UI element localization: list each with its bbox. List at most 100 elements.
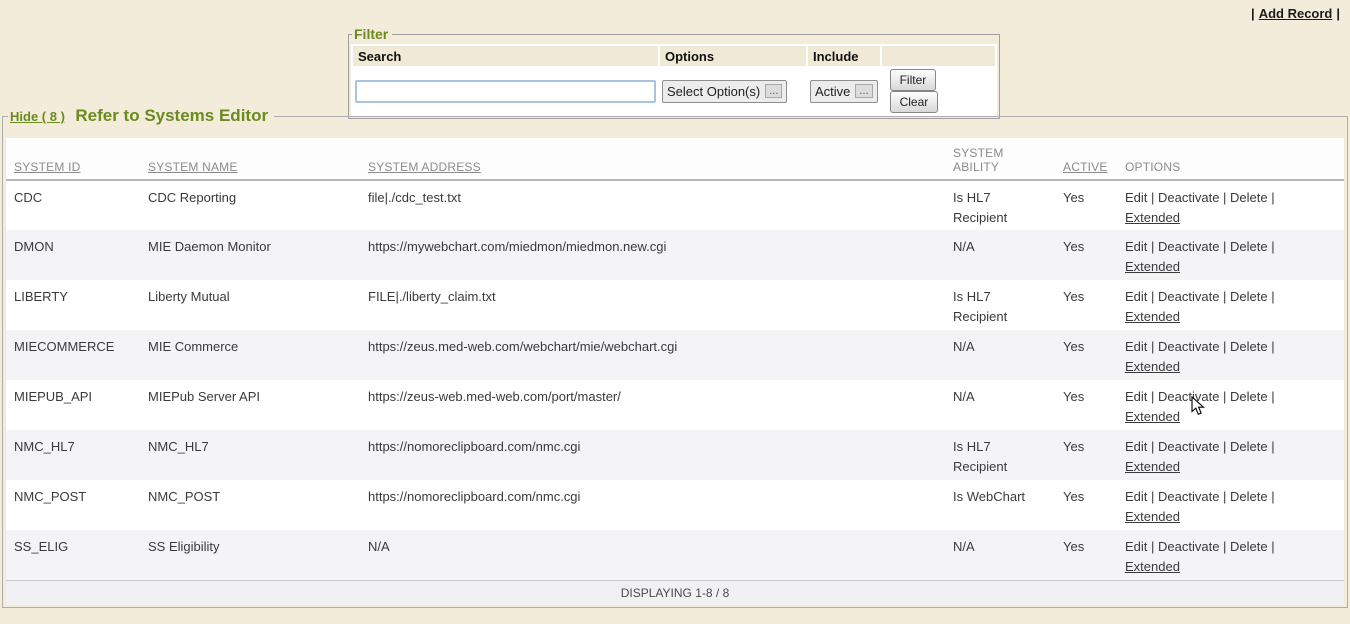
- cell-options: Edit | Deactivate | Delete | Extended: [1117, 380, 1344, 430]
- filter-col-search: Search: [353, 46, 658, 66]
- cell-ability: N/A: [945, 230, 1055, 280]
- table-row: LIBERTYLiberty MutualFILE|./liberty_clai…: [6, 280, 1344, 330]
- cell-address: https://nomoreclipboard.com/nmc.cgi: [360, 430, 945, 480]
- cell-address: https://zeus.med-web.com/webchart/mie/we…: [360, 330, 945, 380]
- cell-ability: N/A: [945, 530, 1055, 580]
- edit-link[interactable]: Edit: [1125, 539, 1147, 554]
- cell-ability: N/A: [945, 330, 1055, 380]
- cell-active: Yes: [1055, 330, 1117, 380]
- cell-options: Edit | Deactivate | Delete | Extended: [1117, 480, 1344, 530]
- delete-link[interactable]: Delete: [1230, 339, 1268, 354]
- options-select-button[interactable]: Select Option(s) ...: [662, 80, 787, 103]
- cell-active: Yes: [1055, 480, 1117, 530]
- cell-name: MIEPub Server API: [140, 380, 360, 430]
- delete-link[interactable]: Delete: [1230, 190, 1268, 205]
- ellipsis-icon: ...: [765, 84, 782, 98]
- edit-link[interactable]: Edit: [1125, 439, 1147, 454]
- filter-col-options: Options: [660, 46, 806, 66]
- extended-link[interactable]: Extended: [1125, 459, 1180, 474]
- cell-ability: Is HL7 Recipient: [945, 430, 1055, 480]
- cell-ability: N/A: [945, 380, 1055, 430]
- extended-link[interactable]: Extended: [1125, 409, 1180, 424]
- delete-link[interactable]: Delete: [1230, 489, 1268, 504]
- cell-ability: Is HL7 Recipient: [945, 280, 1055, 330]
- ellipsis-icon: ...: [855, 84, 872, 98]
- filter-col-include: Include: [808, 46, 880, 66]
- cell-options: Edit | Deactivate | Delete | Extended: [1117, 280, 1344, 330]
- cell-address: https://nomoreclipboard.com/nmc.cgi: [360, 480, 945, 530]
- filter-legend: Filter: [352, 26, 392, 42]
- delete-link[interactable]: Delete: [1230, 289, 1268, 304]
- column-header-system-name[interactable]: SYSTEM NAME: [140, 138, 360, 180]
- systems-editor-section: Hide ( 8 ) Refer to Systems Editor SYSTE…: [2, 106, 1348, 608]
- filter-button[interactable]: Filter: [890, 69, 937, 91]
- edit-link[interactable]: Edit: [1125, 190, 1147, 205]
- extended-link[interactable]: Extended: [1125, 559, 1180, 574]
- column-header-system-id[interactable]: SYSTEM ID: [6, 138, 140, 180]
- add-record-link[interactable]: Add Record: [1259, 6, 1333, 21]
- extended-link[interactable]: Extended: [1125, 359, 1180, 374]
- column-header-system-address[interactable]: SYSTEM ADDRESS: [360, 138, 945, 180]
- cell-address: FILE|./liberty_claim.txt: [360, 280, 945, 330]
- delete-link[interactable]: Delete: [1230, 539, 1268, 554]
- table-row: DMONMIE Daemon Monitorhttps://mywebchart…: [6, 230, 1344, 280]
- table-row: CDCCDC Reportingfile|./cdc_test.txtIs HL…: [6, 180, 1344, 230]
- cell-name: MIE Commerce: [140, 330, 360, 380]
- extended-link[interactable]: Extended: [1125, 509, 1180, 524]
- cell-name: CDC Reporting: [140, 180, 360, 230]
- hide-link[interactable]: Hide ( 8 ): [10, 109, 65, 124]
- cell-options: Edit | Deactivate | Delete | Extended: [1117, 180, 1344, 230]
- deactivate-link[interactable]: Deactivate: [1158, 539, 1219, 554]
- deactivate-link[interactable]: Deactivate: [1158, 239, 1219, 254]
- cell-active: Yes: [1055, 530, 1117, 580]
- cell-options: Edit | Deactivate | Delete | Extended: [1117, 330, 1344, 380]
- table-row: NMC_HL7NMC_HL7https://nomoreclipboard.co…: [6, 430, 1344, 480]
- deactivate-link[interactable]: Deactivate: [1158, 489, 1219, 504]
- cell-options: Edit | Deactivate | Delete | Extended: [1117, 230, 1344, 280]
- cell-address: file|./cdc_test.txt: [360, 180, 945, 230]
- cell-name: NMC_HL7: [140, 430, 360, 480]
- delete-link[interactable]: Delete: [1230, 389, 1268, 404]
- cell-options: Edit | Deactivate | Delete | Extended: [1117, 530, 1344, 580]
- cell-id: DMON: [6, 230, 140, 280]
- separator: |: [1251, 6, 1255, 21]
- cell-active: Yes: [1055, 230, 1117, 280]
- cell-id: NMC_HL7: [6, 430, 140, 480]
- cell-id: SS_ELIG: [6, 530, 140, 580]
- section-legend: Hide ( 8 ) Refer to Systems Editor: [8, 106, 274, 126]
- table-row: MIEPUB_APIMIEPub Server APIhttps://zeus-…: [6, 380, 1344, 430]
- cell-id: MIECOMMERCE: [6, 330, 140, 380]
- deactivate-link[interactable]: Deactivate: [1158, 439, 1219, 454]
- table-header-row: SYSTEM IDSYSTEM NAMESYSTEM ADDRESSSYSTEM…: [6, 138, 1344, 180]
- page: |Add Record| Filter Search Options Inclu…: [0, 0, 1350, 624]
- cell-options: Edit | Deactivate | Delete | Extended: [1117, 430, 1344, 480]
- search-input[interactable]: [355, 80, 656, 103]
- deactivate-link[interactable]: Deactivate: [1158, 339, 1219, 354]
- delete-link[interactable]: Delete: [1230, 239, 1268, 254]
- cell-active: Yes: [1055, 430, 1117, 480]
- options-select-label: Select Option(s): [667, 84, 760, 99]
- edit-link[interactable]: Edit: [1125, 489, 1147, 504]
- delete-link[interactable]: Delete: [1230, 439, 1268, 454]
- deactivate-link[interactable]: Deactivate: [1158, 289, 1219, 304]
- column-header-active[interactable]: ACTIVE: [1055, 138, 1117, 180]
- cell-name: MIE Daemon Monitor: [140, 230, 360, 280]
- extended-link[interactable]: Extended: [1125, 309, 1180, 324]
- edit-link[interactable]: Edit: [1125, 339, 1147, 354]
- cell-ability: Is HL7 Recipient: [945, 180, 1055, 230]
- edit-link[interactable]: Edit: [1125, 239, 1147, 254]
- deactivate-link[interactable]: Deactivate: [1158, 389, 1219, 404]
- deactivate-link[interactable]: Deactivate: [1158, 190, 1219, 205]
- edit-link[interactable]: Edit: [1125, 289, 1147, 304]
- extended-link[interactable]: Extended: [1125, 259, 1180, 274]
- table-row: MIECOMMERCEMIE Commercehttps://zeus.med-…: [6, 330, 1344, 380]
- extended-link[interactable]: Extended: [1125, 210, 1180, 225]
- include-select-label: Active: [815, 84, 850, 99]
- cell-id: NMC_POST: [6, 480, 140, 530]
- cell-address: https://mywebchart.com/miedmon/miedmon.n…: [360, 230, 945, 280]
- cell-address: N/A: [360, 530, 945, 580]
- edit-link[interactable]: Edit: [1125, 389, 1147, 404]
- cell-id: LIBERTY: [6, 280, 140, 330]
- systems-table: SYSTEM IDSYSTEM NAMESYSTEM ADDRESSSYSTEM…: [6, 138, 1344, 605]
- include-select-button[interactable]: Active ...: [810, 80, 878, 103]
